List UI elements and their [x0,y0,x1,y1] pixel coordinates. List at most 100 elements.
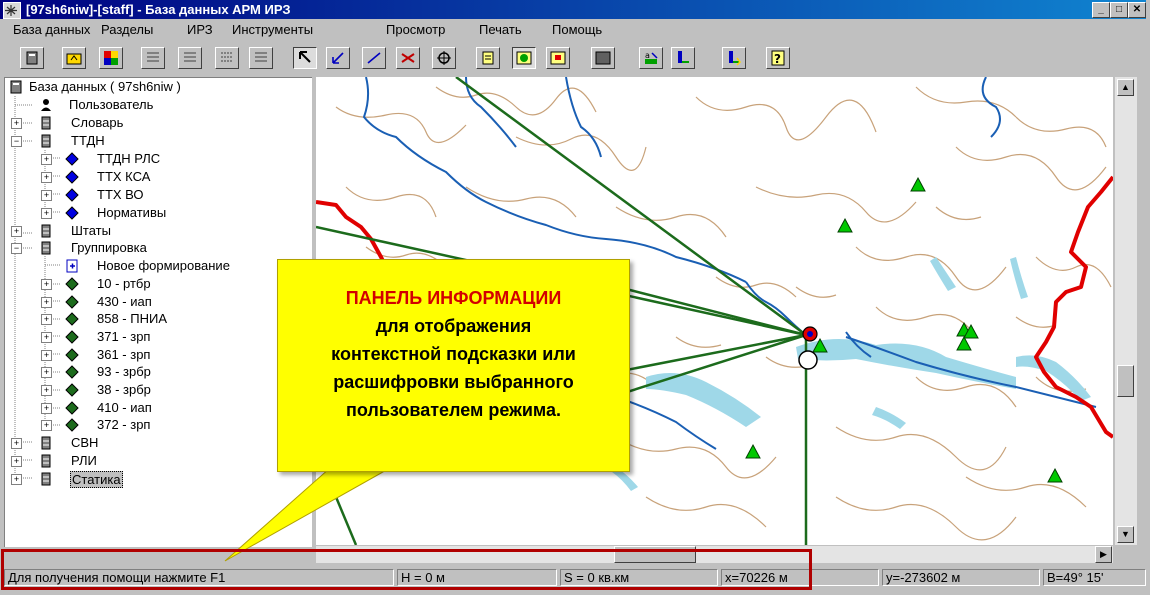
expand-toggle[interactable]: + [11,226,22,237]
grid-button-3[interactable] [215,47,239,69]
print-button[interactable] [722,47,746,69]
page-icon [482,51,494,65]
tree-item-label: Нормативы [97,205,167,220]
menu-help[interactable]: Помощь [552,22,602,37]
scroll-right-icon[interactable]: ▶ [1095,546,1112,563]
cabinet-icon [41,472,51,486]
tree-item-label: 38 - зрбр [97,382,151,397]
route-tool-button[interactable] [396,47,420,69]
page-button[interactable] [476,47,500,69]
expand-toggle[interactable]: + [41,279,52,290]
expand-toggle[interactable]: + [41,208,52,219]
select-tool-button[interactable] [293,47,317,69]
chart-button[interactable] [671,47,695,69]
collapse-toggle[interactable]: − [11,136,22,147]
callout-line: расшифровки выбранного [333,372,574,392]
expand-toggle[interactable]: + [41,314,52,325]
diamond-icon [65,206,79,220]
tree-item-label: ТТДН [71,133,105,148]
scroll-up-icon[interactable]: ▲ [1117,79,1134,96]
callout-line: для отображения [375,316,532,336]
menu-database[interactable]: База данных [13,22,90,37]
cabinet-icon [41,224,51,238]
grid-icon [147,52,159,62]
collapse-toggle[interactable]: − [11,243,22,254]
database-button[interactable] [20,47,44,69]
tree-item-label: ТТДН РЛС [97,151,161,166]
target-tool-button[interactable] [432,47,456,69]
close-button[interactable]: ✕ [1128,2,1146,18]
expand-toggle[interactable]: + [41,350,52,361]
expand-toggle[interactable]: + [11,456,22,467]
svg-text:?: ? [774,52,781,66]
window-title: [97sh6niw]-[staff] - База данных АРМ ИРЗ [26,2,291,17]
expand-toggle[interactable]: + [41,154,52,165]
tree-item-label: СВН [71,435,99,450]
new-document-icon [66,259,78,273]
route-icon [401,53,415,63]
callout-title: ПАНЕЛЬ ИНФОРМАЦИИ [345,288,562,308]
map-view-button[interactable] [512,47,536,69]
expand-toggle[interactable]: + [11,118,22,129]
scroll-thumb[interactable] [1117,365,1134,397]
tree-item-label: РЛИ [71,453,97,468]
unit-diamond-icon [65,383,79,397]
line-tool-button[interactable] [362,47,386,69]
menu-tools[interactable]: Инструменты [232,22,313,37]
tree-item-label: Пользователь [69,97,154,112]
vertical-scrollbar[interactable]: ▲ ▼ [1115,77,1137,545]
unit-diamond-icon [65,348,79,362]
print-icon [729,51,741,66]
unit-diamond-icon [65,312,79,326]
tree-item-label: ТТХ КСА [97,169,151,184]
menu-view[interactable]: Просмотр [386,22,445,37]
menu-irz[interactable]: ИРЗ [187,22,213,37]
text-button[interactable]: a [639,47,663,69]
expand-toggle[interactable]: + [41,297,52,308]
expand-toggle[interactable]: + [11,474,22,485]
map-view-icon [516,51,532,65]
expand-toggle[interactable]: + [11,438,22,449]
open-folder-button[interactable] [62,47,86,69]
expand-toggle[interactable]: + [41,190,52,201]
help-icon: ? [771,50,785,66]
expand-toggle[interactable]: + [41,385,52,396]
grid-button-1[interactable] [141,47,165,69]
tree-item-label: Словарь [71,115,124,130]
tree-item-label: 93 - зрбр [97,364,151,379]
color-button[interactable] [99,47,123,69]
cabinet-icon [41,116,51,130]
unit-diamond-icon [65,330,79,344]
tree-item-label: 372 - зрп [97,417,151,432]
status-bar-highlight [1,549,812,590]
help-button[interactable]: ? [766,47,790,69]
scroll-down-icon[interactable]: ▼ [1117,526,1134,543]
window-button[interactable] [546,47,570,69]
grid-button-4[interactable] [249,47,273,69]
cabinet-icon [41,134,51,148]
expand-toggle[interactable]: + [41,332,52,343]
database-icon [26,51,38,65]
minimize-button[interactable]: _ [1092,2,1110,18]
unit-diamond-icon [65,295,79,309]
tree-item-label: 410 - иап [97,400,152,415]
line-icon [367,52,381,64]
expand-toggle[interactable]: + [41,172,52,183]
diamond-icon [65,152,79,166]
unit-markers [745,176,1063,483]
expand-toggle[interactable]: + [41,403,52,414]
unit-diamond-icon [65,365,79,379]
expand-toggle[interactable]: + [41,367,52,378]
grid-button-2[interactable] [178,47,202,69]
tree-root-label: База данных ( 97sh6niw ) [29,79,181,94]
app-icon [3,2,21,19]
rectangle-button[interactable] [591,47,615,69]
tree-item-label: 361 - зрп [97,347,151,362]
maximize-button[interactable]: □ [1110,2,1128,18]
expand-toggle[interactable]: + [41,420,52,431]
menu-print[interactable]: Печать [479,22,522,37]
arrow-tool-button[interactable] [326,47,350,69]
menu-sections[interactable]: Разделы [101,22,153,37]
tree-item-label: 10 - ртбр [97,276,151,291]
water-bodies [592,257,1091,491]
